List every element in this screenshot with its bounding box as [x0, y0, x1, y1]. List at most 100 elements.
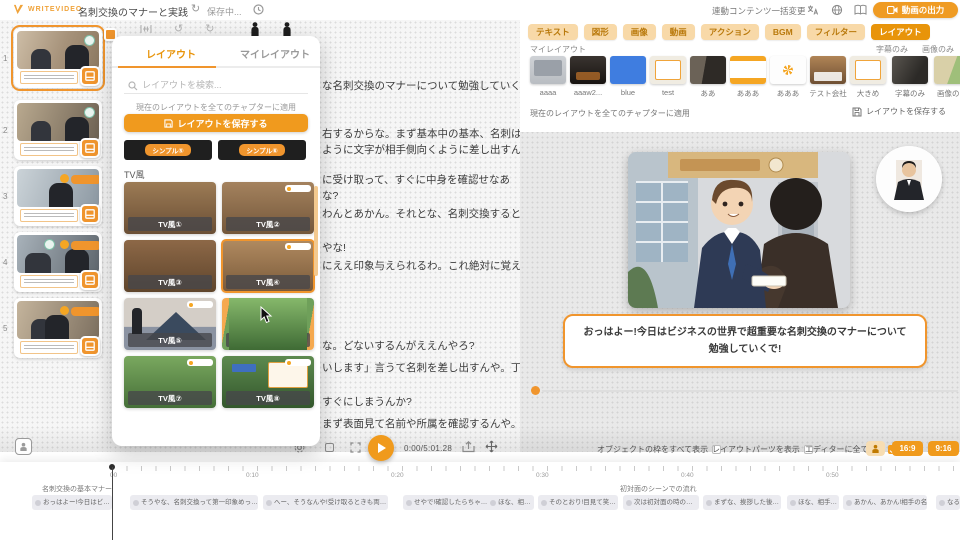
- layout-item-label: TV風②: [226, 217, 310, 231]
- popup-tab-layout[interactable]: レイアウト: [146, 46, 196, 61]
- chapter-layout-button[interactable]: [80, 66, 100, 86]
- scene-progress-line[interactable]: [542, 390, 958, 392]
- chapter-card-1[interactable]: [14, 28, 102, 88]
- chapter-layout-button[interactable]: [80, 204, 100, 224]
- timeline-segment[interactable]: まずな、挨拶した後…: [703, 495, 781, 510]
- chapter-number: 3: [3, 192, 7, 201]
- refresh-icon[interactable]: ↻: [191, 3, 200, 15]
- presenter-toggle-icon: [19, 442, 28, 451]
- mini-badge: [285, 359, 311, 366]
- stop-button[interactable]: [325, 443, 334, 452]
- export-video-button[interactable]: 動画の出力: [873, 2, 958, 18]
- timeline-segment[interactable]: そうやな、名刺交換って第一印象めっ…: [130, 495, 258, 510]
- split-icon[interactable]: [140, 23, 152, 35]
- mini-badge: [187, 301, 213, 308]
- globe-icon[interactable]: [831, 4, 843, 16]
- layout-item-label: TV風③: [128, 275, 212, 289]
- subtitle-caption-box[interactable]: おっはよー!今日はビジネスの世界で超重要な名刺交換のマナーについて勉強していくで…: [563, 314, 927, 368]
- layout-item-tv8[interactable]: TV風⑧: [222, 356, 314, 408]
- layout-item-tv5[interactable]: TV風⑤: [124, 298, 216, 350]
- timeline-ruler[interactable]: [112, 466, 960, 471]
- mini-badge: [285, 243, 311, 250]
- timeline-segment[interactable]: そのとおり!目見て笑…: [538, 495, 618, 510]
- undo-icon[interactable]: ↺: [174, 23, 183, 35]
- fullscreen-icon[interactable]: [350, 442, 361, 453]
- timeline-chapter-label-2[interactable]: 初対面のシーンでの流れ: [620, 484, 697, 494]
- chapter-layout-button[interactable]: [80, 336, 100, 356]
- presenter-avatar[interactable]: [876, 146, 942, 212]
- editor-toolbar: ↺ ↻: [140, 22, 292, 36]
- layout-item-tv2[interactable]: TV風②: [222, 182, 314, 234]
- redo-icon[interactable]: ↻: [205, 23, 214, 35]
- tab-shape[interactable]: 図形: [584, 24, 617, 40]
- layout-preset-thumb[interactable]: [850, 56, 886, 84]
- toggle-show-layout-parts[interactable]: レイアウトパーツを表示: [712, 444, 813, 455]
- tab-filter[interactable]: フィルター: [807, 24, 865, 40]
- timeline-segment[interactable]: 次は初対面の時の…: [623, 495, 699, 510]
- layout-item-label: シンプル⑥: [239, 144, 284, 156]
- scene-list-button[interactable]: [15, 438, 32, 455]
- timeline-chapter-label-1[interactable]: 名刺交換の基本マナー: [42, 484, 112, 494]
- layout-preset-thumb[interactable]: [530, 56, 566, 84]
- layout-preset-thumb[interactable]: [650, 56, 686, 84]
- layout-item-simple[interactable]: シンプル⑥: [218, 140, 306, 160]
- pan-move-icon[interactable]: [485, 440, 498, 453]
- tab-action[interactable]: アクション: [701, 24, 759, 40]
- guide-book-icon[interactable]: [854, 4, 867, 16]
- layout-preset-thumb[interactable]: [570, 56, 606, 84]
- layout-item-simple[interactable]: シンプル⑤: [124, 140, 212, 160]
- layout-item-tv7[interactable]: TV風⑦: [124, 356, 216, 408]
- chapter-layout-button[interactable]: [80, 270, 100, 290]
- timeline-segment[interactable]: ほな、相…: [487, 495, 534, 510]
- layout-preset-thumb[interactable]: [892, 56, 928, 84]
- tab-bgm[interactable]: BGM: [765, 24, 801, 40]
- layout-search-input[interactable]: [124, 76, 308, 94]
- presenter-size-button[interactable]: [866, 441, 885, 456]
- layout-item-tv4[interactable]: TV風④: [222, 240, 314, 292]
- save-layout-link[interactable]: レイアウトを保存する: [852, 106, 946, 117]
- layout-preset-thumb[interactable]: [690, 56, 726, 84]
- aspect-9-16-button[interactable]: 9:16: [928, 441, 959, 456]
- play-button[interactable]: [368, 435, 394, 461]
- chapter-card-2[interactable]: [14, 100, 102, 160]
- project-title[interactable]: 名刺交換のマナーと実践: [78, 4, 188, 19]
- sync-content-label[interactable]: 連動コンテンツ一括変更: [712, 5, 806, 17]
- translate-icon[interactable]: [806, 4, 818, 16]
- layout-preset-thumb[interactable]: [610, 56, 646, 84]
- chapter-card-5[interactable]: [14, 298, 102, 358]
- chapter-card-3[interactable]: [14, 166, 102, 226]
- character-1-icon[interactable]: [250, 22, 260, 37]
- tab-text[interactable]: テキスト: [528, 24, 578, 40]
- timeline-segment[interactable]: あかん、あかん!相手の名…: [843, 495, 927, 510]
- scene-progress-dot[interactable]: [531, 386, 540, 395]
- time-display: 0:00/5:01.28: [404, 444, 452, 453]
- export-frame-icon[interactable]: [462, 441, 475, 453]
- chapter-layout-button[interactable]: [80, 138, 100, 158]
- layout-preset-thumb[interactable]: [770, 56, 806, 84]
- layout-preset-thumb[interactable]: [730, 56, 766, 84]
- popup-save-layout-button[interactable]: レイアウトを保存する: [124, 114, 308, 132]
- apply-all-chapters-label[interactable]: 現在のレイアウトを全てのチャプターに適用: [530, 108, 690, 119]
- video-preview[interactable]: [628, 152, 850, 308]
- history-icon[interactable]: [253, 4, 264, 15]
- chapter-card-4[interactable]: [14, 232, 102, 292]
- layout-item-tv1[interactable]: TV風①: [124, 182, 216, 234]
- tab-image[interactable]: 画像: [623, 24, 656, 40]
- scene-illustration: [628, 152, 850, 308]
- timeline-segment[interactable]: なる…: [936, 495, 960, 510]
- tab-layout[interactable]: レイアウト: [871, 24, 930, 40]
- timeline-segment[interactable]: おっはよー!今日はビ…: [32, 495, 112, 510]
- popup-tab-mylayout[interactable]: マイレイアウト: [240, 46, 310, 61]
- aspect-16-9-button[interactable]: 16:9: [892, 441, 923, 456]
- popup-scrollbar[interactable]: [314, 186, 318, 276]
- chapter-caption-strip: [20, 143, 78, 156]
- timeline-segment[interactable]: ほな、相手…: [787, 495, 839, 510]
- playhead-line[interactable]: [112, 467, 113, 540]
- timeline-segment[interactable]: へー、そうなんや!受け取るときも両…: [263, 495, 388, 510]
- toggle-show-object-frames[interactable]: オブジェクトの枠をすべて表示: [597, 444, 721, 455]
- layout-preset-thumb[interactable]: [810, 56, 846, 84]
- character-2-icon[interactable]: [282, 22, 292, 37]
- layout-preset-thumb[interactable]: [934, 56, 960, 84]
- tab-video[interactable]: 動画: [662, 24, 695, 40]
- layout-item-tv3[interactable]: TV風③: [124, 240, 216, 292]
